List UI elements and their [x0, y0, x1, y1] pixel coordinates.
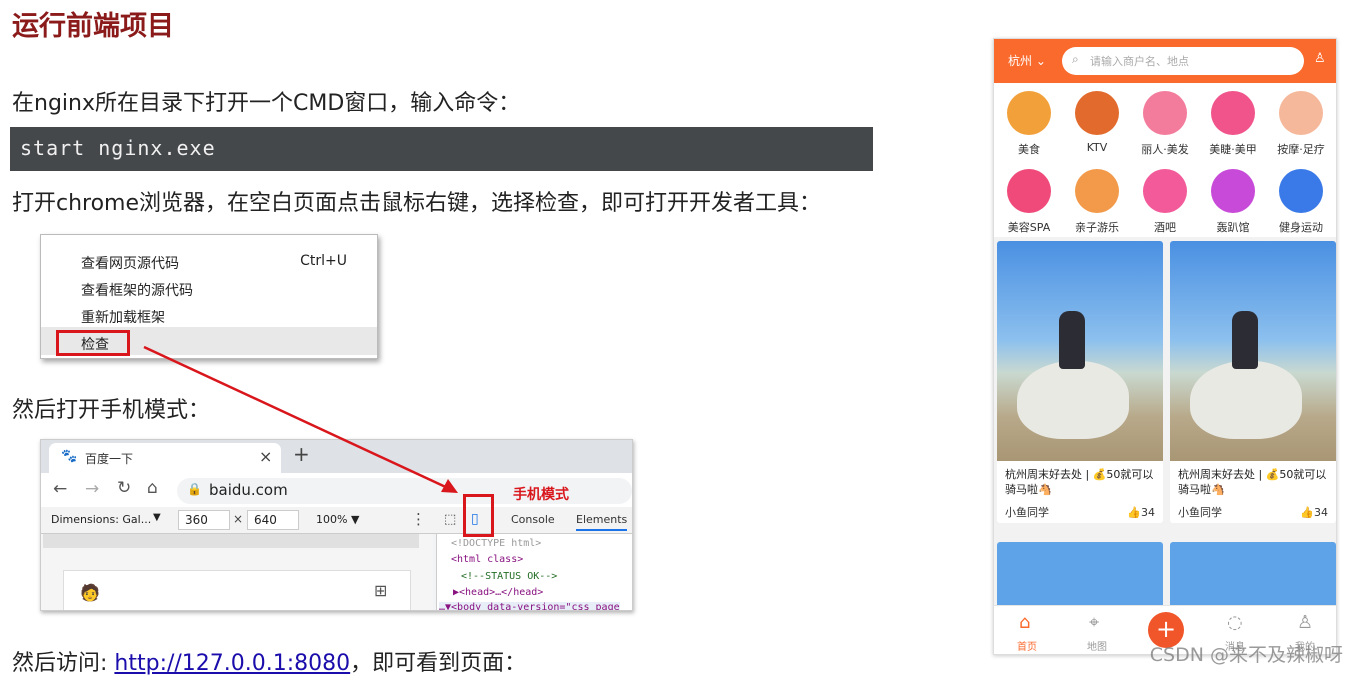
card-title: 杭州周末好去处 | 💰50就可以骑马啦🐴: [1178, 468, 1327, 496]
search-icon: ⌕: [1072, 52, 1079, 66]
card-image: [1170, 241, 1336, 461]
family-icon: [1075, 169, 1119, 213]
microphone-icon: [1075, 91, 1119, 135]
category-bar[interactable]: 酒吧: [1132, 169, 1198, 235]
category-party[interactable]: 轰趴馆: [1200, 169, 1266, 235]
visit-suffix: ，即可看到页面：: [350, 651, 527, 676]
foot-icon: [1279, 91, 1323, 135]
phone-header: 杭州 ⌄ ⌕ 请输入商户名、地点 ♙: [994, 39, 1336, 83]
category-beauty-hair[interactable]: 丽人·美发: [1132, 91, 1198, 157]
like-icon: 👍: [1127, 506, 1141, 519]
instruction-visit: 然后访问: http://127.0.0.1:8080，即可看到页面：: [12, 645, 526, 677]
category-massage[interactable]: 按摩·足疗: [1268, 91, 1334, 157]
chat-icon: ◌: [1227, 612, 1243, 633]
card-image: [997, 241, 1163, 461]
category-ktv[interactable]: KTV: [1064, 91, 1130, 154]
nav-home[interactable]: ⌂ 首页: [1002, 612, 1052, 653]
rider-shape: [1232, 311, 1258, 369]
like-icon: 👍: [1300, 506, 1314, 519]
cocktail-icon: [1143, 169, 1187, 213]
visit-prefix: 然后访问:: [12, 651, 115, 676]
horse-shape: [1017, 361, 1129, 439]
hair-icon: [1143, 91, 1187, 135]
feed-card[interactable]: 杭州周末好去处 | 💰50就可以骑马啦🐴 小鱼同学 👍34: [997, 241, 1163, 523]
card-title: 杭州周末好去处 | 💰50就可以骑马啦🐴: [1005, 468, 1154, 496]
food-icon: [1007, 91, 1051, 135]
party-mask-icon: [1211, 169, 1255, 213]
feed-card-partial[interactable]: [1170, 542, 1336, 612]
local-url-link[interactable]: http://127.0.0.1:8080: [114, 651, 350, 676]
feed-card-partial[interactable]: [997, 542, 1163, 612]
search-placeholder: 请输入商户名、地点: [1090, 55, 1189, 68]
category-lash-nail[interactable]: 美睫·美甲: [1200, 91, 1266, 157]
category-grid: 美食 KTV 丽人·美发 美睫·美甲 按摩·足疗 美容SPA 亲子游乐 酒吧 轰…: [994, 83, 1336, 237]
rider-shape: [1059, 311, 1085, 369]
mask-icon: [1007, 169, 1051, 213]
user-icon[interactable]: ♙: [1314, 51, 1326, 66]
search-input[interactable]: ⌕ 请输入商户名、地点: [1062, 47, 1304, 75]
card-likes[interactable]: 👍34: [1300, 503, 1328, 523]
category-food[interactable]: 美食: [996, 91, 1062, 157]
phone-preview: 杭州 ⌄ ⌕ 请输入商户名、地点 ♙ 美食 KTV 丽人·美发 美睫·美甲 按摩…: [993, 38, 1337, 655]
dumbbell-icon: [1279, 169, 1323, 213]
category-fitness[interactable]: 健身运动: [1268, 169, 1334, 235]
city-selector[interactable]: 杭州 ⌄: [1008, 52, 1046, 69]
profile-icon: ♙: [1297, 612, 1314, 633]
home-icon: ⌂: [1019, 612, 1031, 633]
card-likes[interactable]: 👍34: [1127, 503, 1155, 523]
map-pin-icon: ⌖: [1089, 612, 1100, 633]
nav-map[interactable]: ⌖ 地图: [1072, 612, 1122, 653]
card-author: 小鱼同学: [1178, 506, 1222, 519]
card-author: 小鱼同学: [1005, 506, 1049, 519]
category-spa[interactable]: 美容SPA: [996, 169, 1062, 235]
feed-card[interactable]: 杭州周末好去处 | 💰50就可以骑马啦🐴 小鱼同学 👍34: [1170, 241, 1336, 523]
nail-icon: [1211, 91, 1255, 135]
horse-shape: [1190, 361, 1302, 439]
category-family[interactable]: 亲子游乐: [1064, 169, 1130, 235]
watermark: CSDN @来不及辣椒呀: [1149, 644, 1343, 666]
